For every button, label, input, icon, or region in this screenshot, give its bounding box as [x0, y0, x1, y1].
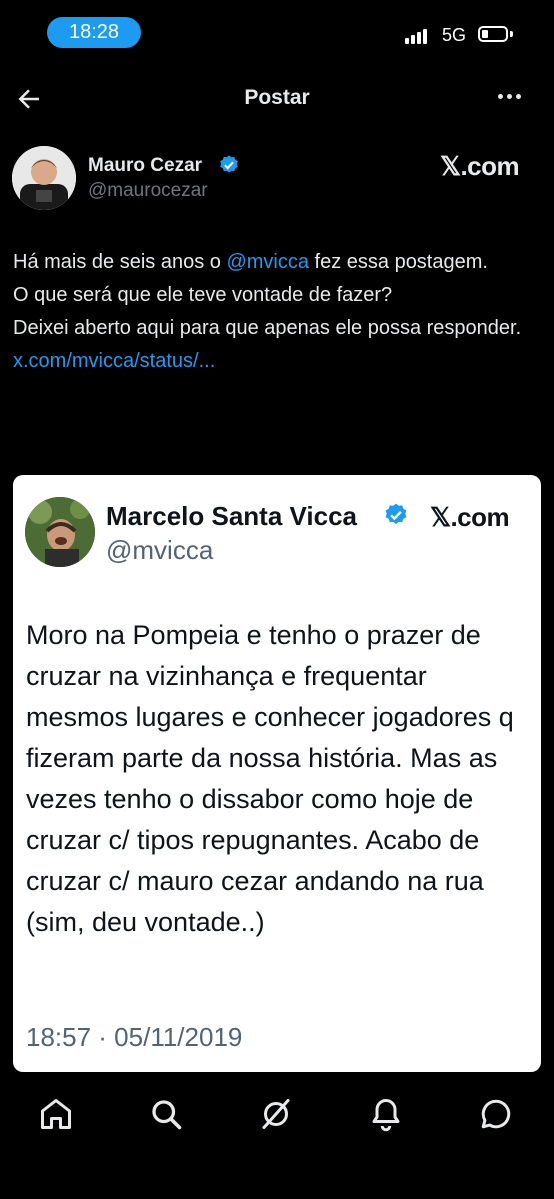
mention-link[interactable]: @mvicca [226, 251, 309, 273]
post-text-part: Há mais de seis anos o [13, 251, 227, 273]
post-text-line: Deixei aberto aqui para que apenas ele p… [13, 317, 522, 339]
battery-tip [510, 31, 513, 37]
quoted-tweet-image[interactable]: Marcelo Santa Vicca 𝕏.com @mvicca Moro n… [13, 475, 541, 1072]
search-icon[interactable] [148, 1096, 184, 1132]
status-link[interactable]: x.com/mvicca/status/... [13, 350, 215, 372]
author-handle[interactable]: @maurocezar [88, 180, 208, 202]
post-text-part: fez essa postagem. [308, 251, 488, 273]
author-name[interactable]: Mauro Cezar [88, 155, 202, 177]
messages-icon[interactable] [478, 1096, 514, 1132]
source-label: 𝕏.com [440, 151, 520, 181]
post-text: Há mais de seis anos o @mvicca fez essa … [13, 246, 533, 378]
battery-icon [478, 26, 508, 42]
network-label: 5G [442, 25, 467, 45]
author-avatar[interactable] [12, 146, 76, 210]
verified-badge-icon [220, 155, 238, 173]
quoted-tweet-text: Moro na Pompeia e tenho o prazer de cruz… [26, 620, 514, 937]
quoted-timestamp: 18:57 · 05/11/2019 [26, 1022, 243, 1052]
more-options-icon[interactable] [498, 94, 521, 99]
verified-badge-icon [385, 503, 407, 524]
notifications-icon[interactable] [368, 1096, 404, 1132]
quoted-author-name: Marcelo Santa Vicca [106, 501, 357, 531]
post-text-line: O que será que ele teve vontade de fazer… [13, 284, 393, 306]
top-bar: Postar [0, 70, 554, 126]
home-icon[interactable] [38, 1096, 74, 1132]
bottom-nav [0, 1082, 554, 1149]
quoted-author-handle: @mvicca [106, 535, 214, 565]
signal-icon [405, 28, 427, 44]
status-time: 18:28 [47, 17, 141, 48]
page-title: Postar [244, 86, 310, 109]
status-bar: 18:28 5G [0, 0, 554, 70]
grok-icon[interactable] [258, 1096, 294, 1132]
quoted-source-label: 𝕏.com [430, 502, 510, 532]
quoted-author-avatar [25, 497, 95, 567]
